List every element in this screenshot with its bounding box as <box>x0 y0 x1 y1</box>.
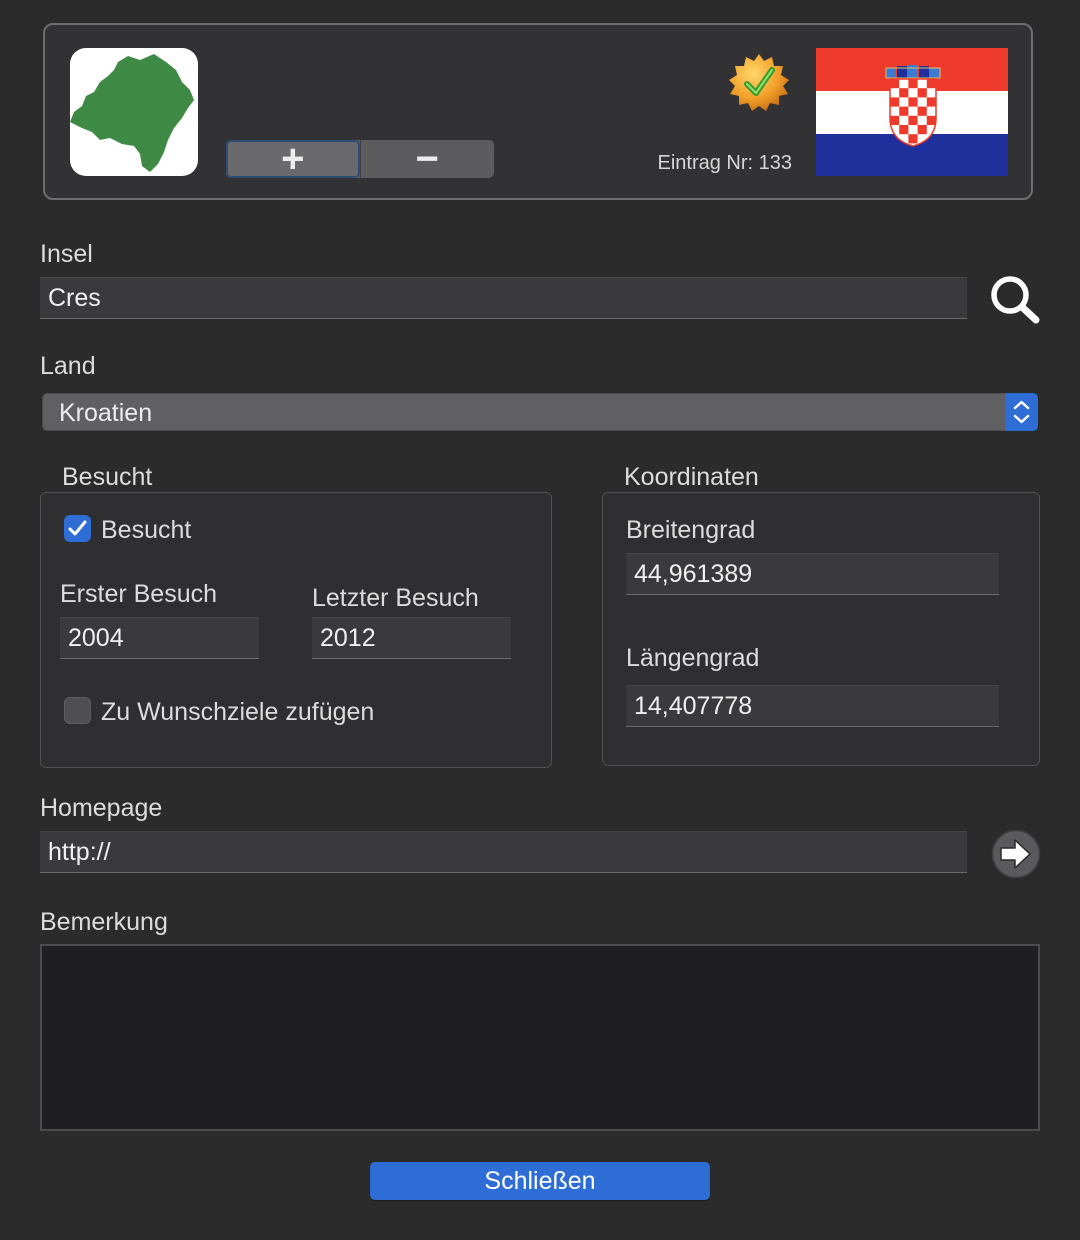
close-button[interactable]: Schließen <box>370 1162 710 1200</box>
besucht-group-title: Besucht <box>62 463 153 491</box>
remarks-label: Bemerkung <box>40 908 168 936</box>
visited-checkbox-label: Besucht <box>101 516 192 544</box>
chevron-up-down-icon <box>1005 393 1038 431</box>
verified-seal-icon <box>728 52 790 114</box>
homepage-url-field[interactable]: http:// <box>40 831 967 873</box>
add-remove-segmented-control: + − <box>226 140 494 178</box>
island-map-thumbnail <box>70 48 198 176</box>
land-label: Land <box>40 352 96 380</box>
wishlist-checkbox-label: Zu Wunschziele zufügen <box>101 698 375 726</box>
country-select[interactable]: Kroatien <box>42 393 1038 431</box>
first-visit-label: Erster Besuch <box>60 580 218 608</box>
add-entry-button[interactable]: + <box>226 140 360 178</box>
longitude-label: Längengrad <box>626 644 760 672</box>
last-visit-field[interactable]: 2012 <box>312 617 511 659</box>
island-silhouette-icon <box>70 54 194 172</box>
visited-checkbox[interactable] <box>64 515 91 542</box>
homepage-label: Homepage <box>40 794 163 822</box>
last-visit-label: Letzter Besuch <box>312 584 479 612</box>
remove-entry-button[interactable]: − <box>361 140 495 178</box>
first-visit-field[interactable]: 2004 <box>60 617 259 659</box>
longitude-field[interactable]: 14,407778 <box>626 685 999 727</box>
entry-number-label: Eintrag Nr: 133 <box>657 152 792 174</box>
checkmark-icon <box>68 520 87 536</box>
search-icon[interactable] <box>988 274 1042 326</box>
wishlist-checkbox[interactable] <box>64 697 91 724</box>
latitude-label: Breitengrad <box>626 516 756 544</box>
country-select-value: Kroatien <box>59 399 153 427</box>
latitude-field[interactable]: 44,961389 <box>626 553 999 595</box>
country-flag-croatia <box>816 48 1008 176</box>
island-name-field[interactable]: Cres <box>40 277 967 319</box>
insel-label: Insel <box>40 240 93 268</box>
coordinates-group-title: Koordinaten <box>624 463 759 491</box>
open-homepage-arrow-icon[interactable] <box>991 829 1041 879</box>
remarks-textarea[interactable] <box>40 944 1040 1131</box>
